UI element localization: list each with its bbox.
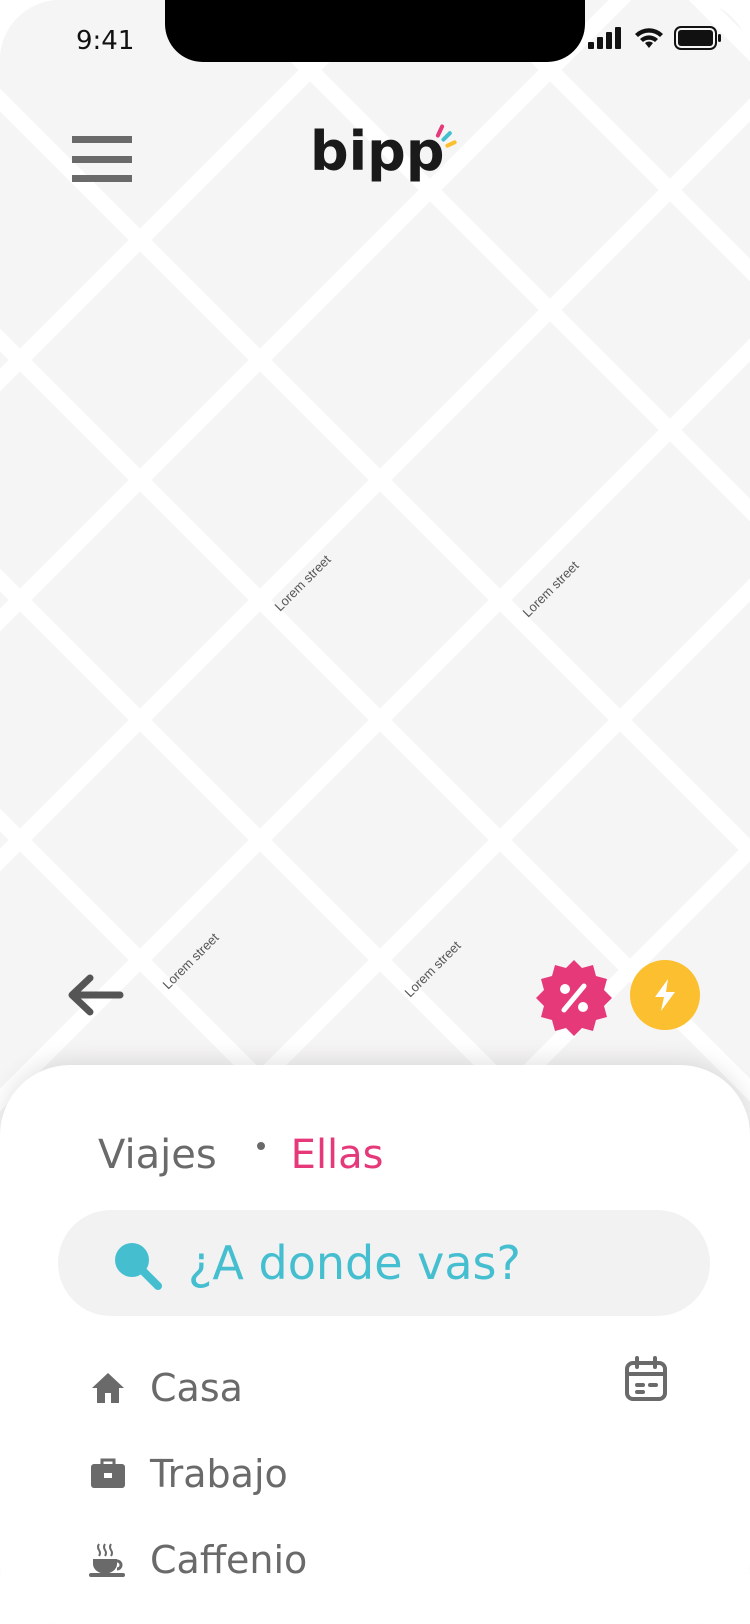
battery-icon	[674, 26, 721, 50]
phone-screen: Lorem street Lorem street Lorem street L…	[0, 0, 750, 1624]
back-arrow-icon[interactable]	[64, 970, 124, 1020]
lightning-icon	[655, 979, 675, 1011]
saved-place-caffenio[interactable]: Caffenio	[88, 1538, 307, 1582]
tab-ellas[interactable]: Ellas	[291, 1132, 384, 1178]
status-icons	[588, 26, 722, 50]
menu-bar	[72, 155, 132, 163]
signal-icon	[588, 27, 621, 49]
briefcase-icon	[88, 1454, 128, 1494]
home-icon	[88, 1368, 128, 1408]
menu-bar	[72, 136, 132, 143]
saved-place-label: Casa	[150, 1366, 243, 1410]
hamburger-menu-icon[interactable]	[72, 136, 132, 182]
svg-text:bipp: bipp	[310, 120, 444, 183]
bipp-logo: bipp	[310, 120, 457, 183]
saved-place-label: Caffenio	[150, 1538, 308, 1582]
coffee-cup-icon	[88, 1540, 128, 1580]
active-tab-dot	[256, 1142, 265, 1150]
calendar-icon[interactable]	[624, 1356, 668, 1402]
wifi-icon	[635, 28, 663, 48]
saved-place-casa[interactable]: Casa	[88, 1366, 243, 1410]
search-placeholder: ¿A donde vas?	[188, 1236, 521, 1290]
status-time: 9:41	[76, 26, 135, 56]
search-icon	[115, 1243, 162, 1290]
menu-bar	[72, 175, 132, 182]
destination-search-input[interactable]: ¿A donde vas?	[58, 1210, 710, 1316]
tab-viajes[interactable]: Viajes	[98, 1132, 217, 1178]
device-notch	[165, 0, 585, 62]
saved-place-trabajo[interactable]: Trabajo	[88, 1452, 288, 1496]
discount-badge-icon[interactable]	[534, 958, 614, 1038]
lightning-button[interactable]	[630, 960, 700, 1030]
saved-place-label: Trabajo	[150, 1452, 288, 1496]
trip-type-tabs: Viajes Ellas	[98, 1132, 384, 1178]
